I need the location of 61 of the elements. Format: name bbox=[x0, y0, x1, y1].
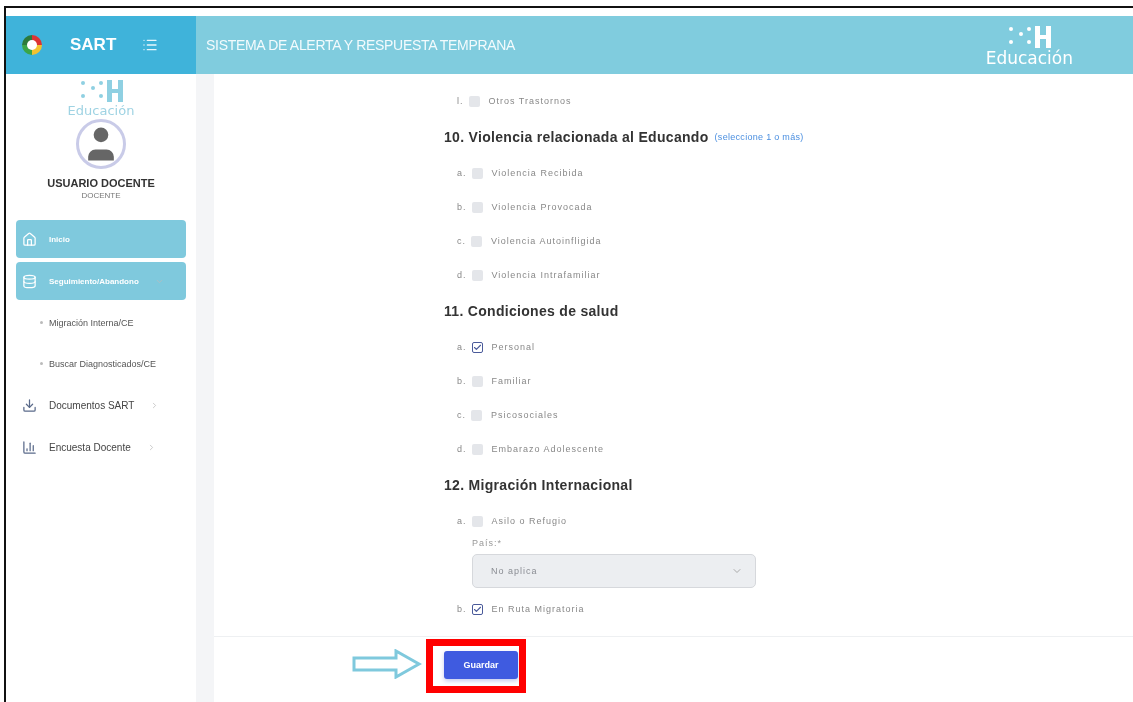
page-title: SISTEMA DE ALERTA Y RESPUESTA TEMPRANA bbox=[206, 37, 516, 53]
section-heading: 11. Condiciones de salud bbox=[444, 303, 619, 319]
option-label: Embarazo Adolescente bbox=[491, 444, 605, 454]
checkbox[interactable] bbox=[471, 201, 483, 213]
bullet-icon bbox=[40, 362, 43, 365]
option-label: Violencia Autoinfligida bbox=[491, 236, 602, 246]
checkbox[interactable] bbox=[468, 95, 480, 107]
field-label: País:* bbox=[472, 538, 503, 548]
option-label: Violencia Provocada bbox=[491, 202, 593, 212]
save-button[interactable]: Guardar bbox=[444, 651, 518, 679]
checkbox[interactable] bbox=[471, 515, 483, 527]
section-heading: 10. Violencia relacionada al Educando bbox=[444, 129, 709, 145]
download-icon bbox=[22, 397, 37, 413]
app-name: SART bbox=[70, 35, 117, 55]
option-letter: a. bbox=[457, 168, 467, 178]
checkbox[interactable] bbox=[471, 341, 483, 353]
section-heading: 12. Migración Internacional bbox=[444, 477, 633, 493]
checkbox[interactable] bbox=[471, 443, 483, 455]
submenu-item[interactable]: Buscar Diagnosticados/CE bbox=[16, 345, 186, 382]
option-letter: b. bbox=[457, 202, 467, 212]
bar-chart-icon bbox=[22, 439, 37, 455]
option-letter: a. bbox=[457, 516, 467, 526]
home-icon bbox=[22, 231, 37, 247]
option-label: Violencia Recibida bbox=[491, 168, 584, 178]
option-label: Psicosociales bbox=[491, 410, 559, 420]
checkbox[interactable] bbox=[471, 375, 483, 387]
option-label: En Ruta Migratoria bbox=[491, 604, 585, 614]
arrow-icon bbox=[352, 649, 422, 679]
option-letter: b. bbox=[457, 604, 467, 614]
logo-text: Educación bbox=[985, 49, 1073, 67]
menu-button[interactable] bbox=[142, 37, 159, 53]
logo-icon bbox=[22, 35, 42, 55]
option-letter: c. bbox=[457, 236, 466, 246]
user-role: DOCENTE bbox=[81, 191, 121, 200]
option-label: Asilo o Refugio bbox=[491, 516, 568, 526]
option-label: Violencia Intrafamiliar bbox=[491, 270, 601, 280]
checkbox[interactable] bbox=[471, 409, 482, 421]
dots-icon bbox=[1007, 23, 1052, 50]
option-letter: a. bbox=[457, 342, 467, 352]
section-hint: (seleccione 1 o más) bbox=[714, 132, 804, 142]
option-letter: d. bbox=[457, 444, 467, 454]
submenu-item[interactable]: Migración Interna/CE bbox=[16, 304, 186, 341]
checkbox[interactable] bbox=[471, 235, 482, 247]
checkbox[interactable] bbox=[471, 167, 483, 179]
avatar-icon bbox=[76, 119, 126, 169]
bullet-icon bbox=[40, 321, 43, 324]
nav-item[interactable]: Documentos SART bbox=[16, 386, 186, 424]
database-icon bbox=[22, 273, 37, 289]
option-label: Familiar bbox=[491, 376, 532, 386]
option-letter: c. bbox=[457, 410, 466, 420]
option-label: Personal bbox=[491, 342, 536, 352]
nav-item[interactable]: Encuesta Docente bbox=[16, 428, 186, 466]
logo-text: Educación bbox=[67, 104, 135, 117]
checkbox[interactable] bbox=[471, 269, 483, 281]
user-name: USUARIO DOCENTE bbox=[47, 177, 155, 189]
checkbox[interactable] bbox=[471, 603, 483, 615]
option-label: Otros Trastornos bbox=[488, 96, 572, 106]
option-letter: b. bbox=[457, 376, 467, 386]
option-letter: d. bbox=[457, 270, 467, 280]
option-letter: l. bbox=[457, 96, 464, 106]
dots-icon bbox=[79, 78, 123, 104]
